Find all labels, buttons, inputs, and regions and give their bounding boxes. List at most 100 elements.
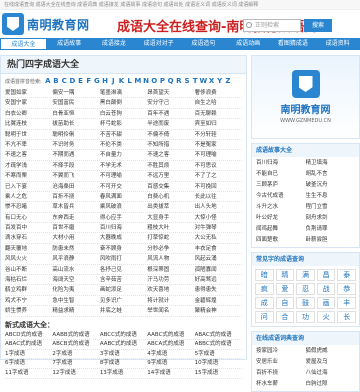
idiom-link[interactable]: 不期而遇: [52, 150, 99, 159]
idiom-link[interactable]: 大材小用: [52, 233, 99, 242]
story-link[interactable]: 四面楚歌: [256, 236, 306, 245]
idiom-link[interactable]: 白费心机: [147, 192, 194, 201]
idiom-link[interactable]: 滴水穿石: [5, 233, 52, 242]
format-link[interactable]: 10字成语: [195, 359, 242, 368]
idiom-link[interactable]: 谷山不断: [5, 265, 52, 274]
idiom-link[interactable]: 不远万里: [147, 171, 194, 180]
idiom-link[interactable]: 不可理喻: [195, 150, 242, 159]
idiom-link[interactable]: 自生之哈: [195, 98, 242, 107]
idiom-link[interactable]: 精益求精: [52, 306, 99, 315]
format-link[interactable]: 1字成语: [5, 350, 52, 359]
idiom-link[interactable]: 奢侈浪费: [195, 88, 242, 97]
story-link[interactable]: 破釜沉舟: [306, 181, 356, 190]
nav-item-chain[interactable]: 成语接龙: [92, 38, 137, 50]
format-link[interactable]: ABAC式的成语: [5, 340, 52, 349]
idiom-link[interactable]: 才疏学浅: [5, 161, 52, 170]
idiom-link[interactable]: 对牛弹琴: [195, 223, 242, 232]
online-link[interactable]: 安居乐业: [256, 358, 306, 367]
char-link[interactable]: 晴: [275, 269, 295, 281]
idiom-link[interactable]: 乘人之危: [5, 192, 52, 201]
idiom-link[interactable]: 风流人物: [147, 254, 194, 263]
story-link[interactable]: 胡乱不言: [306, 170, 356, 179]
idiom-link[interactable]: 沧海桑田: [52, 182, 99, 191]
idiom-link[interactable]: 偏安一隅: [52, 88, 99, 97]
idiom-link[interactable]: 不知所措: [147, 140, 194, 149]
idiom-link[interactable]: 不是冤家: [195, 140, 242, 149]
format-link[interactable]: 6字成语: [5, 359, 52, 368]
format-link[interactable]: 2字成语: [52, 350, 99, 359]
idiom-link[interactable]: 百无聊赖: [195, 109, 242, 118]
char-link[interactable]: 问: [255, 311, 274, 323]
idiom-link[interactable]: 患得患失: [195, 285, 242, 294]
char-link[interactable]: 画: [316, 297, 336, 309]
char-link[interactable]: 自: [275, 297, 295, 309]
letter-link[interactable]: X: [207, 77, 215, 85]
letter-link[interactable]: M: [134, 77, 142, 85]
idiom-link[interactable]: 不亢不卑: [5, 140, 52, 149]
idiom-link[interactable]: 粗枝大叶: [147, 223, 194, 232]
idiom-link[interactable]: 大惊小怪: [195, 213, 242, 222]
idiom-link[interactable]: 笔墨淋漓: [100, 88, 147, 97]
idiom-link[interactable]: 不可开交: [100, 182, 147, 191]
idiom-link[interactable]: 风平浪静: [52, 254, 99, 263]
idiom-link[interactable]: 各抒己见: [100, 265, 147, 274]
char-link[interactable]: 成: [255, 297, 274, 309]
idiom-link[interactable]: 半途而废: [147, 119, 194, 128]
idiom-link[interactable]: 聪明于世: [5, 130, 52, 139]
idiom-link[interactable]: 百发百中: [5, 223, 52, 232]
format-link[interactable]: 11字成语: [5, 369, 52, 378]
online-link[interactable]: 白驹过隙: [306, 380, 356, 389]
letter-link[interactable]: L: [126, 77, 134, 85]
letter-link[interactable]: P: [158, 77, 166, 85]
search-input[interactable]: 正则检索: [243, 19, 301, 32]
char-link[interactable]: 满: [296, 269, 315, 281]
letter-link[interactable]: J: [109, 77, 117, 85]
idiom-link[interactable]: 百世不磨: [52, 223, 99, 232]
char-link[interactable]: 忍: [296, 283, 315, 295]
format-link[interactable]: 13字成语: [100, 369, 147, 378]
story-link[interactable]: 闻鸡起舞: [256, 225, 306, 234]
idiom-link[interactable]: 不速之客: [5, 150, 52, 159]
idiom-link[interactable]: 安国宁家: [5, 98, 52, 107]
char-link[interactable]: 泰: [337, 269, 356, 281]
online-link[interactable]: 杯水车薪: [256, 380, 306, 389]
idiom-link[interactable]: 不苦不甜: [100, 130, 147, 139]
idiom-link[interactable]: 不胜其烦: [147, 161, 194, 170]
idiom-link[interactable]: 风起云涌: [195, 254, 242, 263]
idiom-link[interactable]: 爱国如家: [5, 88, 52, 97]
idiom-link[interactable]: 含辛茹苦: [100, 275, 147, 284]
idiom-link[interactable]: 欢天喜地: [147, 285, 194, 294]
idiom-link[interactable]: 化险为夷: [52, 285, 99, 294]
nav-item-animation[interactable]: 成语动画: [226, 38, 271, 50]
format-link[interactable]: ABCC式的成语: [100, 331, 147, 340]
nav-item-sentences[interactable]: 成语造句: [181, 38, 226, 50]
online-link[interactable]: 按家园冷: [256, 347, 306, 356]
idiom-link[interactable]: 黑白颠倒: [100, 98, 147, 107]
idiom-link[interactable]: 不分轩轾: [195, 130, 242, 139]
idiom-link[interactable]: 好高骛远: [195, 275, 242, 284]
story-link[interactable]: 负荆请罪: [306, 225, 356, 234]
format-link[interactable]: AABB式的成语: [52, 331, 99, 340]
story-link[interactable]: 不能自已: [256, 170, 306, 179]
story-link[interactable]: 精卫填海: [306, 159, 356, 168]
idiom-link[interactable]: 有口无心: [5, 213, 52, 222]
idiom-link[interactable]: 杯弓蛇影: [100, 119, 147, 128]
format-link[interactable]: ABCA式的成语: [147, 340, 194, 349]
online-link[interactable]: 八仙过海: [306, 369, 356, 378]
idiom-link[interactable]: 比翼连枝: [5, 119, 52, 128]
idiom-link[interactable]: 不翼而飞: [52, 171, 99, 180]
char-link[interactable]: 功: [296, 311, 315, 323]
story-link[interactable]: 程门立雪: [306, 203, 356, 212]
idiom-link[interactable]: 不自量力: [100, 150, 147, 159]
story-link[interactable]: 三顾茅庐: [256, 181, 306, 190]
idiom-link[interactable]: 宾至如归: [195, 119, 242, 128]
idiom-link[interactable]: 惨不忍睹: [5, 202, 52, 211]
nav-item-dictionary[interactable]: 成语大全: [0, 38, 47, 50]
letter-link[interactable]: S: [183, 77, 191, 85]
sidebar-banner[interactable]: 南明教育网 WWW.GZNMEDU.CN: [251, 55, 360, 139]
idiom-link[interactable]: 金碧辉煌: [195, 296, 242, 305]
char-link[interactable]: 暗: [255, 269, 274, 281]
idiom-link[interactable]: 鹤立鸡群: [5, 285, 52, 294]
idiom-link[interactable]: 乘风破浪: [100, 202, 147, 211]
idiom-link[interactable]: 春风满面: [100, 192, 147, 201]
